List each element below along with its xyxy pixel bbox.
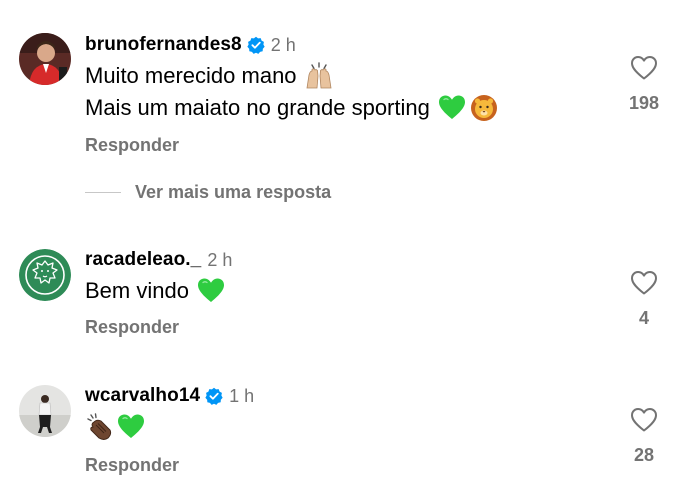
lion-emoji [470, 95, 497, 121]
username[interactable]: wcarvalho14 [85, 385, 200, 407]
comment-item: brunofernandes8 2 h Muito merecido mano … [0, 0, 689, 175]
like-count: 198 [628, 93, 660, 113]
avatar[interactable] [19, 249, 71, 301]
green-heart-emoji [438, 95, 465, 119]
comment-header: brunofernandes8 2 h [85, 34, 296, 56]
like-count: 28 [633, 445, 655, 465]
heart-outline-icon[interactable] [630, 55, 658, 81]
comment-text [85, 413, 145, 441]
comment-text-line: Mais um maiato no grande sporting [85, 95, 430, 120]
clapping-hands-emoji [87, 413, 112, 440]
comment-text: Muito merecido mano [85, 62, 333, 90]
comment-text: Bem vindo [85, 277, 225, 305]
comment-text-line: Bem vindo [85, 278, 189, 303]
verified-badge-icon [247, 36, 265, 54]
heart-outline-icon[interactable] [630, 407, 658, 433]
avatar[interactable] [19, 385, 71, 437]
comment-text: Mais um maiato no grande sporting [85, 94, 498, 122]
raised-hands-emoji [306, 62, 332, 89]
username[interactable]: brunofernandes8 [85, 34, 242, 56]
comment-text-line: Muito merecido mano [85, 63, 297, 88]
divider [85, 192, 121, 193]
lion-logo-icon [19, 249, 71, 301]
timestamp: 2 h [207, 249, 233, 270]
green-heart-emoji [118, 414, 144, 438]
like-control: 198 [618, 55, 670, 114]
timestamp: 1 h [229, 385, 255, 406]
like-control: 28 [618, 407, 670, 466]
avatar-photo-icon [19, 385, 71, 437]
heart-outline-icon[interactable] [630, 270, 658, 296]
comment-item: wcarvalho14 1 h Responder 28 [0, 365, 689, 500]
view-more-replies-label: Ver mais uma resposta [135, 182, 332, 202]
view-more-replies-button[interactable]: Ver mais uma resposta [85, 182, 331, 203]
green-heart-emoji [197, 278, 224, 302]
comment-header: racadeleao._ 2 h [85, 249, 232, 271]
avatar[interactable] [19, 33, 71, 85]
username[interactable]: racadeleao._ [85, 249, 201, 271]
avatar-photo-icon [19, 33, 71, 85]
reply-button[interactable]: Responder [85, 317, 179, 338]
like-control: 4 [618, 270, 670, 329]
comment-item: racadeleao._ 2 h Bem vindo Responder 4 [0, 225, 689, 355]
like-count: 4 [638, 308, 649, 328]
verified-badge-icon [205, 387, 223, 405]
reply-button[interactable]: Responder [85, 455, 179, 476]
comment-header: wcarvalho14 1 h [85, 385, 254, 407]
reply-button[interactable]: Responder [85, 135, 179, 156]
timestamp: 2 h [270, 34, 296, 55]
